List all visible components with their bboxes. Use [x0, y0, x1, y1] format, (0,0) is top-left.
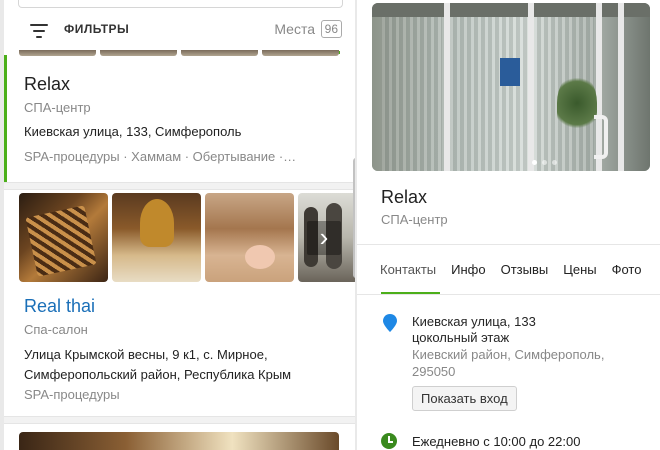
photo-thumbnail[interactable]: [205, 193, 294, 282]
location-pin-icon: [383, 314, 397, 332]
result-card-relax[interactable]: Relax СПА-центр Киевская улица, 133, Сим…: [4, 50, 355, 182]
search-box-edge[interactable]: [18, 0, 343, 8]
photo-pagination[interactable]: [532, 160, 557, 165]
address-street: Киевская улица, 133: [412, 314, 536, 329]
result-title[interactable]: Real thai: [24, 296, 95, 317]
scrollbar-thumb[interactable]: [353, 158, 355, 278]
place-photo[interactable]: [372, 3, 650, 171]
photo-thumbnail[interactable]: [19, 193, 108, 282]
photo-strip: [19, 50, 339, 56]
filter-icon[interactable]: [30, 24, 48, 38]
places-count-badge: 96: [320, 20, 342, 38]
tab-info[interactable]: Инфо: [451, 262, 485, 277]
address-line: Улица Крымской весны, 9 к1, с. Мирное,: [24, 347, 268, 362]
result-tags: SPA-процедуры: [24, 387, 120, 402]
result-category: СПА-центр: [24, 100, 91, 115]
result-address: Киевская улица, 133, Симферополь: [24, 124, 242, 139]
filters-button[interactable]: ФИЛЬТРЫ: [64, 22, 129, 36]
result-title[interactable]: Relax: [24, 74, 70, 95]
filters-bar: ФИЛЬТРЫ Места 96: [4, 14, 355, 54]
tab-reviews[interactable]: Отзывы: [501, 262, 549, 277]
tab-prices[interactable]: Цены: [563, 262, 596, 277]
result-address: Улица Крымской весны, 9 к1, с. Мирное, С…: [24, 345, 291, 385]
photo-thumbnail[interactable]: [112, 193, 201, 282]
chevron-right-icon[interactable]: ›: [307, 221, 341, 255]
place-title: Relax: [381, 187, 428, 207]
photo-thumbnail[interactable]: [19, 432, 339, 450]
app-root: ФИЛЬТРЫ Места 96 Relax СПА-центр Киевска…: [0, 0, 660, 450]
tab-contacts[interactable]: Контакты: [380, 262, 436, 277]
place-detail-panel: Relax СПА-центр Контакты Инфо Отзывы Цен…: [357, 0, 660, 450]
result-tags: SPA-процедуры · Хаммам · Обертывание ·…: [24, 149, 297, 164]
divider: [357, 244, 660, 245]
places-tab-label[interactable]: Места: [274, 21, 315, 37]
address-district: Киевский район, Симферополь,: [412, 347, 605, 362]
photo-carousel[interactable]: ›: [19, 193, 355, 283]
selected-indicator: [4, 55, 7, 182]
tab-photos[interactable]: Фото: [612, 262, 642, 277]
opening-hours: Ежедневно с 10:00 до 22:00: [412, 434, 581, 449]
address-postcode: 295050: [412, 364, 456, 379]
clock-icon: [381, 433, 397, 449]
place-category: СПА-центр: [381, 212, 448, 227]
door-handle: [594, 115, 608, 159]
detail-tabs: Контакты Инфо Отзывы Цены Фото: [380, 262, 656, 277]
result-category: Спа-салон: [24, 322, 88, 337]
card-divider: [4, 182, 355, 190]
results-panel: ФИЛЬТРЫ Места 96 Relax СПА-центр Киевска…: [4, 0, 355, 450]
address-floor: цокольный этаж: [412, 330, 510, 345]
card-divider: [4, 416, 355, 424]
show-entrance-button[interactable]: Показать вход: [412, 386, 517, 411]
address-line: Симферопольский район, Республика Крым: [24, 367, 292, 382]
divider: [357, 294, 660, 295]
